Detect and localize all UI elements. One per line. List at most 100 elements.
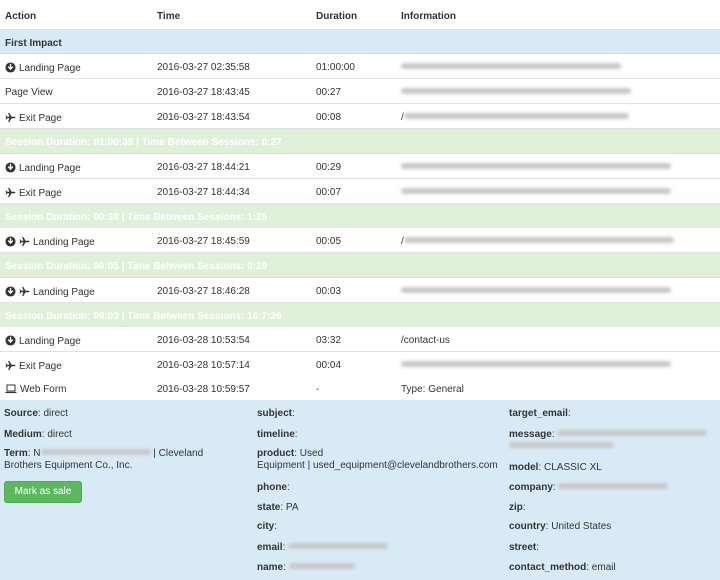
action-cell: Page View	[5, 87, 53, 98]
table-row: Landing Page 2016-03-27 18:45:59 00:05 /	[0, 228, 720, 253]
information-cell: /contact-us	[401, 335, 450, 346]
header-action: Action	[5, 11, 37, 22]
duration-cell: 00:08	[316, 112, 342, 123]
action-cell: Landing Page	[5, 236, 95, 250]
information-cell	[401, 62, 621, 73]
duration-cell: 00:03	[316, 286, 342, 297]
redacted-text	[288, 543, 389, 549]
session-summary: Session Duration: 00:05 | Time Between S…	[5, 261, 268, 272]
redacted-text	[509, 442, 614, 448]
information-cell	[401, 286, 671, 297]
duration-cell: 00:07	[316, 187, 342, 198]
action-label: Landing Page	[19, 63, 81, 74]
time-cell: 2016-03-27 18:44:21	[157, 162, 250, 173]
session-band: Session Duration: 01:00:35 | Time Betwee…	[0, 129, 720, 154]
redacted-text	[288, 563, 355, 569]
information-cell: Type: General	[401, 384, 464, 395]
header-duration: Duration	[316, 11, 358, 22]
information-cell	[401, 87, 631, 98]
information-text: Type: General	[401, 384, 464, 395]
lead-details-panel: Source: direct Medium: direct Term: N | …	[0, 400, 720, 580]
time-cell: 2016-03-27 18:43:54	[157, 112, 250, 123]
subject-field: subject:	[257, 408, 295, 419]
redacted-text	[558, 483, 669, 489]
state-field: state: PA	[257, 502, 299, 513]
company-field: company:	[509, 482, 669, 494]
medium-field: Medium: direct	[4, 429, 72, 440]
plane-icon	[19, 286, 30, 300]
table-row: Web Form 2016-03-28 10:59:57 - Type: Genera…	[0, 376, 720, 401]
action-label: Web Form	[20, 384, 67, 395]
redacted-text	[401, 188, 671, 194]
redacted-text	[403, 113, 629, 119]
information-cell	[401, 187, 671, 198]
table-row: Page View 2016-03-27 18:43:45 00:27	[0, 79, 720, 104]
redacted-text	[401, 163, 671, 169]
session-band: Session Duration: 00:05 | Time Between S…	[0, 253, 720, 278]
action-cell: Landing Page	[5, 62, 81, 76]
time-cell: 2016-03-28 10:53:54	[157, 335, 250, 346]
session-summary: Session Duration: 01:00:35 | Time Betwee…	[5, 137, 282, 148]
action-cell: Landing Page	[5, 162, 81, 176]
time-cell: 2016-03-27 18:45:59	[157, 236, 250, 247]
download-circle-icon	[5, 236, 16, 250]
action-label: Landing Page	[33, 237, 95, 248]
duration-cell: 00:29	[316, 162, 342, 173]
action-label: Exit Page	[19, 113, 62, 124]
session-band: Session Duration: 00:38 | Time Between S…	[0, 204, 720, 229]
redacted-text	[40, 449, 151, 455]
time-cell: 2016-03-28 10:57:14	[157, 360, 250, 371]
time-cell: 2016-03-27 18:44:34	[157, 187, 250, 198]
email-field: email:	[257, 542, 389, 554]
product-field: product: Used Equipment | used_equipment@…	[257, 448, 498, 471]
download-circle-icon	[5, 335, 16, 349]
street-field: street:	[509, 542, 540, 553]
action-label: Exit Page	[19, 188, 62, 199]
download-circle-icon	[5, 286, 16, 300]
plane-icon	[5, 187, 16, 201]
term-field: Term: N | Cleveland Brothers Equipment Co…	[4, 448, 204, 471]
plane-icon	[5, 360, 16, 374]
session-band: Session Duration: 00:03 | Time Between S…	[0, 303, 720, 328]
action-label: Landing Page	[33, 287, 95, 298]
duration-cell: -	[316, 384, 320, 395]
mark-as-sale-button[interactable]: Mark as sale	[4, 481, 82, 503]
duration-cell: 00:27	[316, 87, 342, 98]
table-row: Landing Page 2016-03-28 10:53:54 03:32/con…	[0, 327, 720, 352]
laptop-icon	[5, 384, 17, 397]
phone-field: phone:	[257, 482, 290, 493]
action-label: Page View	[5, 87, 53, 98]
time-cell: 2016-03-27 18:46:28	[157, 286, 250, 297]
name-field: name:	[257, 562, 355, 574]
redacted-text	[401, 63, 621, 69]
first-impact-band: First Impact	[0, 30, 720, 54]
information-cell: /	[401, 112, 629, 123]
header-time: Time	[157, 11, 181, 22]
table-header: Action Time Duration Information	[0, 0, 720, 30]
session-summary: Session Duration: 00:03 | Time Between S…	[5, 311, 282, 322]
plane-icon	[5, 112, 16, 126]
download-circle-icon	[5, 162, 16, 176]
time-cell: 2016-03-28 10:59:57	[157, 384, 250, 395]
table-row: Landing Page 2016-03-27 18:46:28 00:03	[0, 278, 720, 303]
time-cell: 2016-03-27 18:43:45	[157, 87, 250, 98]
action-label: Exit Page	[19, 361, 62, 372]
information-cell: /	[401, 236, 674, 247]
zip-field: zip:	[509, 502, 526, 513]
redacted-text	[401, 287, 671, 293]
action-label: Landing Page	[19, 163, 81, 174]
duration-cell: 00:05	[316, 236, 342, 247]
table-row: Exit Page 2016-03-28 10:57:14 00:04	[0, 352, 720, 377]
first-impact-label: First Impact	[5, 38, 62, 49]
action-cell: Exit Page	[5, 360, 62, 374]
message-field: message:	[509, 429, 719, 453]
duration-cell: 03:32	[316, 335, 342, 346]
source-field: Source: direct	[4, 408, 68, 419]
duration-cell: 01:00:00	[316, 62, 355, 73]
action-cell: Exit Page	[5, 187, 62, 201]
country-field: country: United States	[509, 521, 612, 532]
action-cell: Landing Page	[5, 286, 95, 300]
duration-cell: 00:04	[316, 360, 342, 371]
download-circle-icon	[5, 62, 16, 76]
plane-icon	[19, 236, 30, 250]
